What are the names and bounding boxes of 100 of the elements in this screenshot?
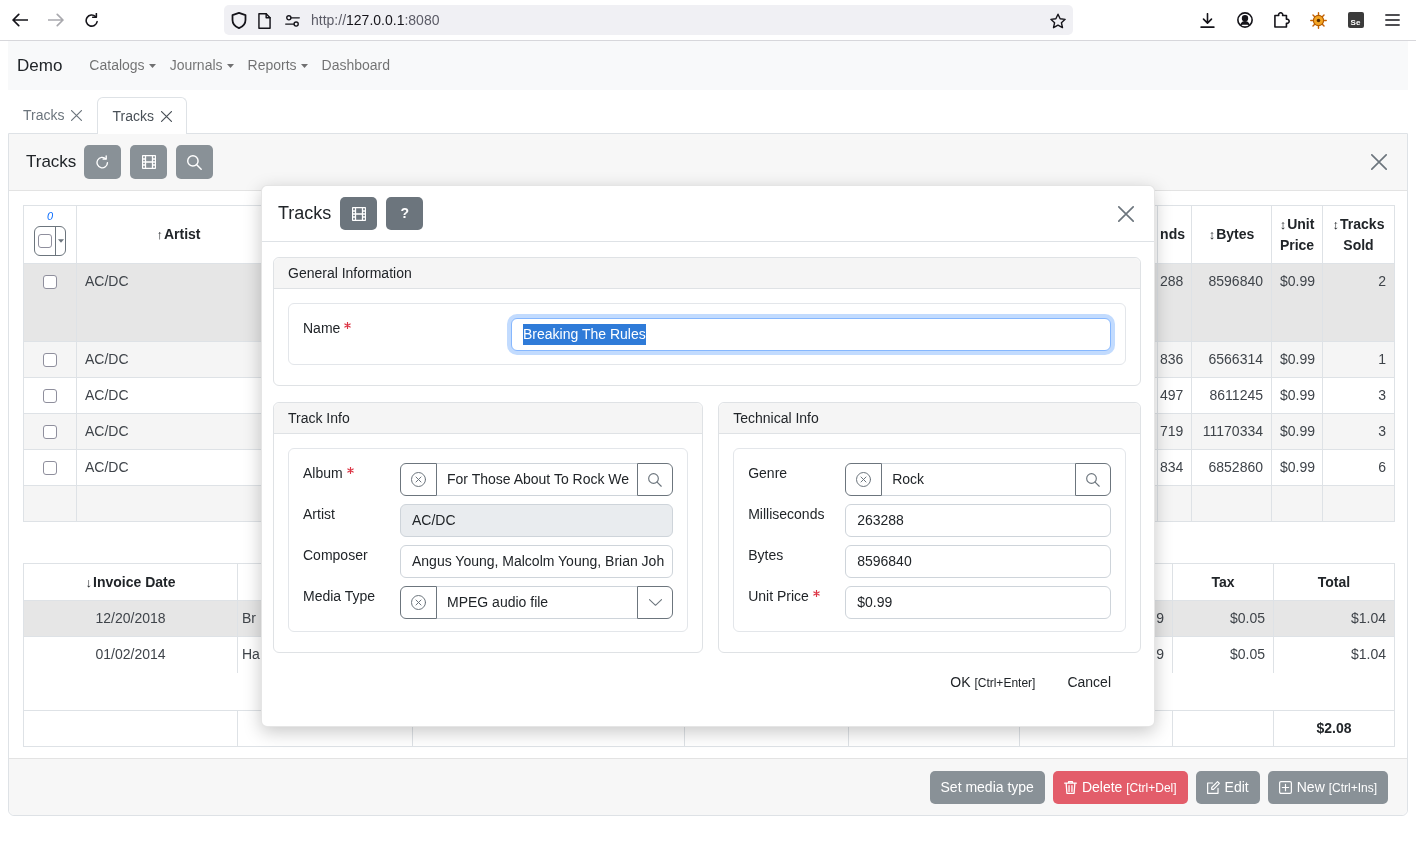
- field-label: Bytes: [748, 546, 784, 565]
- close-icon[interactable]: [160, 110, 172, 122]
- table-cell: 9: [1156, 646, 1164, 662]
- table-cell: $0.99: [1271, 263, 1323, 342]
- table-cell: 6566314: [1191, 341, 1272, 378]
- table-cell: 11170334: [1191, 413, 1272, 450]
- menu-icon[interactable]: [1385, 14, 1400, 26]
- table-cell: $0.99: [1271, 413, 1323, 450]
- input-field[interactable]: 263288: [845, 504, 1111, 537]
- dropdown-button[interactable]: [637, 586, 674, 619]
- brand-link[interactable]: Demo: [17, 52, 63, 79]
- menu-link[interactable]: Reports: [240, 55, 315, 76]
- table-cell: 8596840: [1191, 263, 1272, 342]
- help-button[interactable]: ?: [386, 197, 424, 230]
- row-checkbox[interactable]: [43, 389, 57, 404]
- table-cell: 12/20/2018: [23, 600, 238, 637]
- row-checkbox[interactable]: [43, 275, 57, 290]
- caret-icon: [57, 239, 64, 243]
- refresh-button[interactable]: [84, 145, 122, 179]
- chevron-down-icon: [648, 599, 662, 606]
- dialog-title: Tracks: [278, 202, 332, 225]
- input-field[interactable]: Angus Young, Malcolm Young, Brian Joh: [400, 545, 674, 578]
- close-button[interactable]: [1118, 205, 1134, 222]
- select-all-dropdown[interactable]: [34, 226, 66, 256]
- search-button[interactable]: [1075, 463, 1111, 496]
- tab[interactable]: Tracks: [97, 97, 187, 134]
- table-cell: 01/02/2014: [23, 636, 238, 673]
- lookup-field[interactable]: For Those About To Rock We: [437, 463, 638, 496]
- table-cell: 3: [1322, 413, 1395, 450]
- film-button[interactable]: [130, 145, 168, 179]
- tab[interactable]: Tracks: [8, 97, 98, 133]
- table-cell: 497: [1157, 377, 1192, 414]
- readonly-field: AC/DC: [400, 504, 674, 537]
- close-icon: [1118, 205, 1134, 222]
- pencil-square-icon: [1206, 780, 1220, 794]
- clear-button[interactable]: [845, 463, 883, 496]
- table-cell: 9: [1156, 610, 1164, 626]
- forward-arrow-icon: [48, 13, 64, 27]
- dropdown-field[interactable]: MPEG audio file: [437, 586, 638, 619]
- extension-icon[interactable]: [1310, 11, 1327, 29]
- table-cell: 6: [1322, 449, 1395, 486]
- table-cell: 6852860: [1191, 449, 1272, 486]
- section-title: Technical Info: [719, 403, 1140, 434]
- puzzle-icon[interactable]: [1273, 12, 1290, 28]
- circle-x-icon: [856, 472, 872, 487]
- menu-link[interactable]: Journals: [162, 55, 241, 76]
- table-cell: $0.99: [1271, 449, 1323, 486]
- reload-icon: [84, 13, 100, 27]
- section-title: General Information: [274, 258, 1140, 289]
- column-header[interactable]: ↑Artist: [156, 224, 201, 245]
- lookup-field[interactable]: Rock: [882, 463, 1075, 496]
- account-icon[interactable]: [1236, 12, 1253, 28]
- page-icon: [258, 12, 271, 29]
- circle-x-icon: [411, 472, 426, 487]
- field-label: Composer: [303, 546, 368, 565]
- film-icon: [351, 206, 366, 221]
- row-checkbox[interactable]: [43, 353, 57, 368]
- menu-link[interactable]: Dashboard: [314, 55, 398, 76]
- menu-link[interactable]: Catalogs: [82, 55, 163, 76]
- table-cell: 8611245: [1191, 377, 1272, 414]
- total-cell: $2.08: [1273, 710, 1395, 747]
- table-cell: 719: [1157, 413, 1192, 450]
- extension-button[interactable]: Se: [1347, 12, 1364, 28]
- row-checkbox[interactable]: [43, 461, 57, 476]
- row-checkbox[interactable]: [43, 425, 57, 440]
- download-icon[interactable]: [1200, 12, 1215, 28]
- input-field[interactable]: Breaking The Rules: [511, 318, 1111, 351]
- clear-button[interactable]: [400, 586, 437, 619]
- column-header[interactable]: Total: [1317, 571, 1351, 593]
- table-cell: 3: [1322, 377, 1395, 414]
- panel-title: Tracks: [26, 151, 77, 174]
- url-text[interactable]: http://127.0.0.1:8080: [311, 9, 440, 31]
- table-cell: $0.99: [1271, 377, 1323, 414]
- clear-button[interactable]: [400, 463, 437, 496]
- table-cell: 288: [1157, 263, 1192, 342]
- close-button[interactable]: [1371, 154, 1387, 170]
- selected-count: 0: [45, 210, 55, 222]
- search-button[interactable]: [637, 463, 674, 496]
- table-cell: 836: [1157, 341, 1192, 378]
- column-header[interactable]: Tax: [1211, 571, 1235, 593]
- input-field[interactable]: 8596840: [845, 545, 1111, 578]
- search-icon: [1086, 472, 1100, 487]
- select-all-checkbox[interactable]: [38, 234, 52, 248]
- film-button[interactable]: [340, 197, 378, 230]
- star-icon[interactable]: [1050, 12, 1066, 29]
- table-cell: Br: [242, 610, 256, 626]
- back-arrow-icon: [12, 13, 28, 27]
- table-cell: Ha: [242, 646, 260, 662]
- address-bar[interactable]: http://127.0.0.1:8080: [224, 5, 1073, 35]
- table-cell: $1.04: [1273, 636, 1395, 673]
- plus-square-icon: [1278, 780, 1292, 794]
- input-field[interactable]: $0.99: [845, 586, 1111, 619]
- field-label: Media Type: [303, 587, 376, 606]
- circle-x-icon: [411, 595, 426, 610]
- table-cell: $0.05: [1172, 636, 1274, 673]
- search-icon: [648, 472, 663, 487]
- film-icon: [141, 155, 156, 169]
- close-icon[interactable]: [71, 110, 83, 121]
- search-button[interactable]: [176, 145, 214, 179]
- table-cell: 834: [1157, 449, 1192, 486]
